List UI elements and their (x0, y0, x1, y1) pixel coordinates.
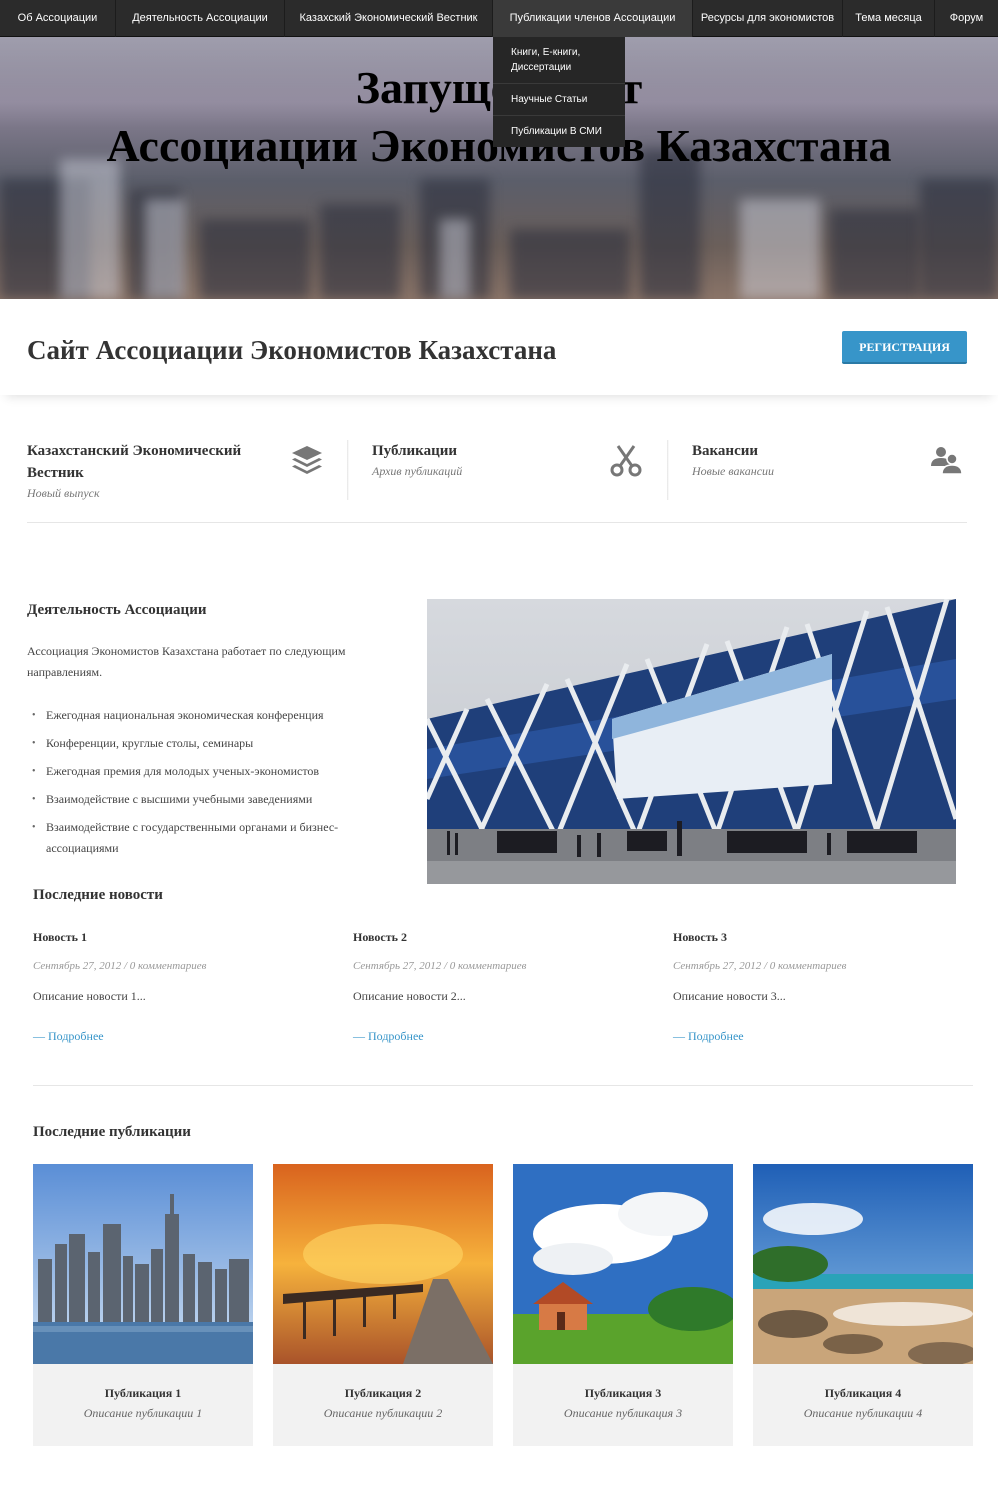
nav-item-member-publications[interactable]: Публикации членов Ассоциации (493, 0, 693, 37)
activity-intro: Ассоциация Экономистов Казахстана работа… (27, 644, 346, 679)
site-title: Сайт Ассоциации Экономистов Казахстана (27, 335, 557, 365)
news-item: Новость 2 Сентябрь 27, 2012 / 0 коммента… (353, 928, 643, 1045)
publication-description: Описание публикации 1 (83, 1406, 203, 1420)
list-item: Ежегодная премия для молодых ученых-экон… (30, 761, 380, 782)
news-item: Новость 3 Сентябрь 27, 2012 / 0 коммента… (673, 928, 963, 1045)
news-description: Описание новости 3... (673, 989, 786, 1003)
news-title[interactable]: Новость 3 (673, 928, 963, 946)
layers-icon (292, 446, 322, 474)
publication-description: Описание публикация 3 (563, 1406, 683, 1420)
publication-image-city (33, 1164, 253, 1364)
feature-title: Казахстанский Экономический Вестник (27, 443, 242, 481)
publication-card[interactable]: Публикация 2 Описание публикации 2 (273, 1164, 493, 1446)
feature-subtitle: Новый выпуск (27, 486, 100, 500)
dropdown-item-books[interactable]: Книги, Е-книги, Диссертации (493, 37, 625, 84)
feature-subtitle: Новые вакансии (692, 464, 775, 478)
feature-publications[interactable]: Публикации Архив публикаций (372, 440, 652, 500)
publication-description: Описание публикации 4 (803, 1406, 923, 1420)
news-meta: Сентябрь 27, 2012 / 0 комментариев (33, 960, 207, 972)
news-item: Новость 1 Сентябрь 27, 2012 / 0 коммента… (33, 928, 323, 1045)
top-nav: Об Ассоциации Деятельность Ассоциации Ка… (0, 0, 998, 37)
activity-title: Деятельность Ассоциации (27, 602, 207, 618)
publication-image-pier (273, 1164, 493, 1364)
news-description: Описание новости 2... (353, 989, 466, 1003)
publication-description: Описание публикации 2 (323, 1406, 443, 1420)
nav-item-activity[interactable]: Деятельность Ассоциации (116, 0, 285, 37)
news-description: Описание новости 1... (33, 989, 146, 1003)
publications-dropdown: Книги, Е-книги, Диссертации Научные Стат… (493, 37, 625, 147)
list-item: Взаимодействие с высшими учебными заведе… (30, 789, 380, 810)
publication-card[interactable]: Публикация 4 Описание публикации 4 (753, 1164, 973, 1446)
news-section-title: Последние новости (33, 887, 163, 903)
feature-herald[interactable]: Казахстанский Экономический Вестник Новы… (27, 440, 327, 500)
publication-image-house (513, 1164, 733, 1364)
publication-image-beach (753, 1164, 973, 1364)
scissors-icon (610, 445, 642, 477)
nav-item-topic[interactable]: Тема месяца (843, 0, 935, 37)
publications-section-title: Последние публикации (33, 1124, 191, 1140)
read-more-link[interactable]: — Подробнее (353, 1027, 643, 1045)
news-meta: Сентябрь 27, 2012 / 0 комментариев (353, 960, 527, 972)
dropdown-item-media[interactable]: Публикации В СМИ (493, 116, 625, 147)
site-header: Сайт Ассоциации Экономистов Казахстана Р… (0, 299, 998, 395)
users-icon (931, 447, 963, 475)
news-title[interactable]: Новость 2 (353, 928, 643, 946)
divider (27, 522, 967, 523)
dropdown-item-articles[interactable]: Научные Статьи (493, 84, 625, 116)
news-title[interactable]: Новость 1 (33, 928, 323, 946)
news-meta: Сентябрь 27, 2012 / 0 комментариев (673, 960, 847, 972)
feature-title: Вакансии (692, 443, 759, 459)
list-item: Ежегодная национальная экономическая кон… (30, 705, 380, 726)
expo-building-photo (427, 599, 956, 884)
nav-item-forum[interactable]: Форум (935, 0, 998, 37)
read-more-link[interactable]: — Подробнее (33, 1027, 323, 1045)
divider (33, 1085, 973, 1086)
nav-item-resources[interactable]: Ресурсы для экономистов (693, 0, 843, 37)
publication-card[interactable]: Публикация 3 Описание публикация 3 (513, 1164, 733, 1446)
nav-item-herald[interactable]: Казахский Экономический Вестник (285, 0, 493, 37)
publication-title: Публикация 3 (584, 1386, 662, 1400)
activity-list: Ежегодная национальная экономическая кон… (30, 705, 380, 866)
list-item: Взаимодействие с государственными органа… (30, 817, 380, 859)
read-more-link[interactable]: — Подробнее (673, 1027, 963, 1045)
publication-card[interactable]: Публикация 1 Описание публикации 1 (33, 1164, 253, 1446)
publication-title: Публикация 1 (104, 1386, 182, 1400)
publication-title: Публикация 2 (344, 1386, 422, 1400)
list-item: Конференции, круглые столы, семинары (30, 733, 380, 754)
nav-item-about[interactable]: Об Ассоциации (0, 0, 116, 37)
publication-title: Публикация 4 (824, 1386, 902, 1400)
register-button[interactable]: РЕГИСТРАЦИЯ (842, 331, 967, 364)
feature-vacancies[interactable]: Вакансии Новые вакансии (692, 440, 967, 500)
